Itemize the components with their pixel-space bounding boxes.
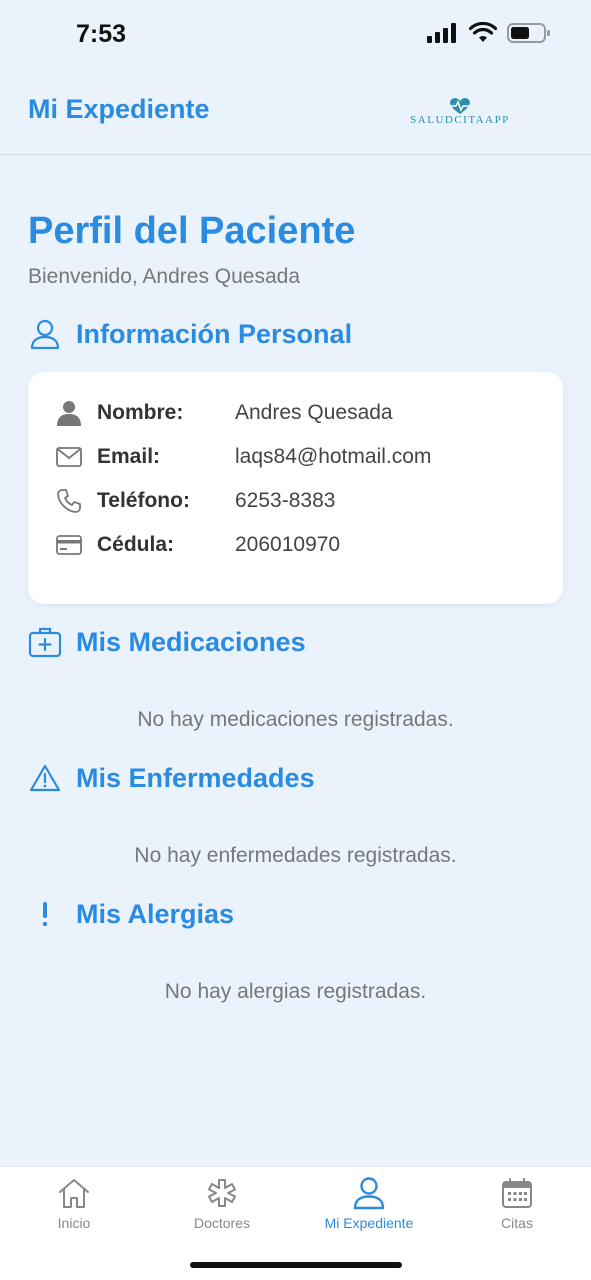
info-value: Andres Quesada [235, 401, 393, 424]
signal-icon [427, 23, 456, 43]
status-icons [427, 22, 551, 44]
tab-label: Doctores [193, 1215, 251, 1231]
info-row-name: Nombre: Andres Quesada [54, 398, 544, 428]
wifi-icon [469, 22, 497, 42]
page-title: Perfil del Paciente [28, 210, 356, 252]
info-row-email: Email: laqs84@hotmail.com [54, 442, 544, 472]
page-subtitle: Bienvenido, Andres Quesada [28, 265, 301, 288]
medications-title: Mis Medicaciones [76, 626, 306, 657]
diseases-title: Mis Enfermedades [76, 762, 315, 793]
info-row-phone: Teléfono: 6253-8383 [54, 486, 544, 516]
info-label: Email: [97, 445, 161, 468]
tab-doctores[interactable]: Doctores [148, 1175, 296, 1237]
battery-icon [507, 23, 550, 43]
allergies-title: Mis Alergias [76, 898, 235, 929]
info-value: laqs84@hotmail.com [235, 445, 432, 468]
info-row-id: Cédula: 206010970 [54, 530, 544, 560]
person-icon [351, 1175, 387, 1211]
tab-label: Mi Expediente [324, 1215, 414, 1231]
mail-icon [54, 442, 84, 472]
tab-inicio[interactable]: Inicio [0, 1175, 148, 1237]
personal-info-title: Información Personal [76, 318, 353, 349]
phone-icon [54, 486, 84, 516]
warning-icon [28, 761, 62, 795]
info-label: Cédula: [97, 533, 175, 556]
allergies-header: Mis Alergias [28, 897, 234, 931]
heart-logo-icon [450, 97, 470, 114]
info-value: 6253-8383 [235, 489, 336, 512]
info-label: Teléfono: [97, 489, 190, 512]
medications-header: Mis Medicaciones [28, 625, 306, 659]
info-label: Nombre: [97, 401, 184, 424]
diseases-empty-text: No hay enfermedades registradas. [134, 844, 457, 867]
tab-citas[interactable]: Citas [443, 1175, 591, 1237]
calendar-icon [499, 1175, 535, 1211]
personal-info-card: Nombre: Andres Quesada Email: laqs84@hot… [28, 372, 563, 604]
tab-label: Inicio [57, 1215, 91, 1231]
medications-empty-text: No hay medicaciones registradas. [137, 708, 454, 731]
tab-label: Citas [501, 1215, 533, 1231]
diseases-header: Mis Enfermedades [28, 761, 315, 795]
medkit-icon [28, 625, 62, 659]
brand-logo: SALUDCITAAPP [404, 96, 516, 130]
home-icon [56, 1175, 92, 1211]
medical-star-icon [204, 1175, 240, 1211]
exclamation-icon [28, 897, 62, 931]
brand-text: SALUDCITAAPP [410, 114, 510, 126]
tab-mi-expediente[interactable]: Mi Expediente [295, 1175, 443, 1237]
status-time: 7:53 [76, 20, 127, 48]
home-indicator[interactable] [190, 1262, 402, 1268]
card-icon [54, 530, 84, 560]
app-header: Mi Expediente SALUDCITAAPP [0, 70, 591, 155]
allergies-empty-text: No hay alergias registradas. [164, 980, 427, 1003]
person-outline-icon [28, 317, 62, 351]
person-icon [54, 398, 84, 428]
info-value: 206010970 [235, 533, 341, 556]
header-title: Mi Expediente [28, 94, 210, 124]
status-bar: 7:53 [0, 0, 591, 70]
personal-info-header: Información Personal [28, 317, 352, 351]
